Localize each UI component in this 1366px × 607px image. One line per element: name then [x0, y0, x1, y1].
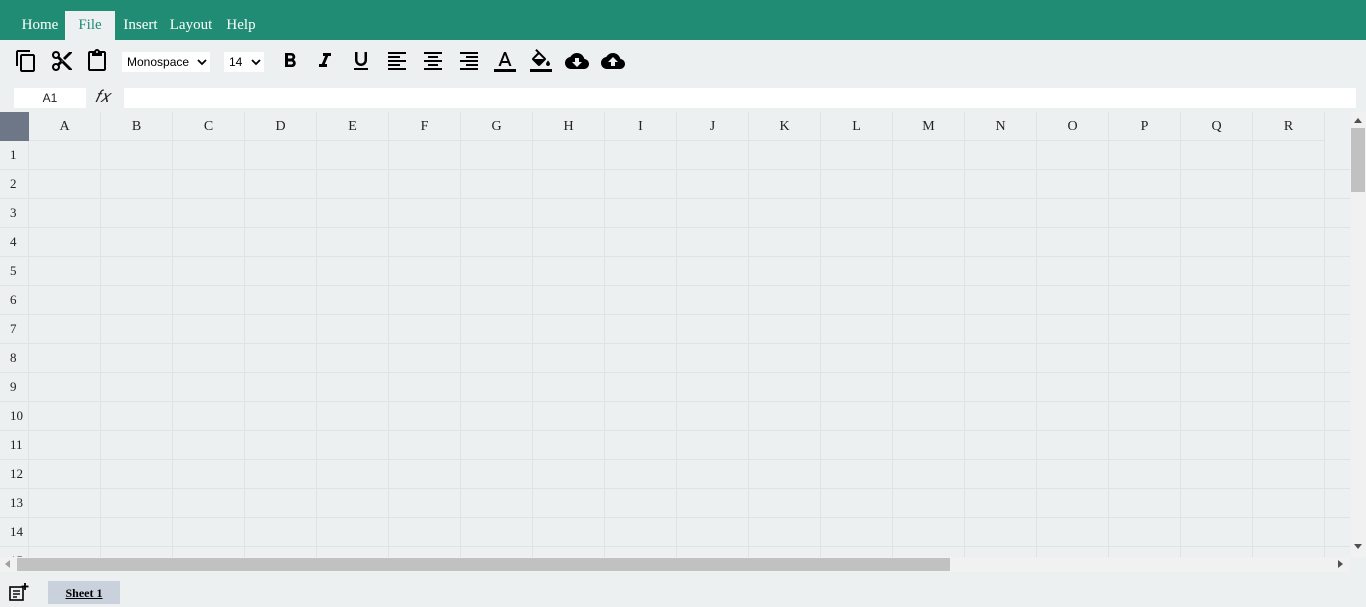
- row-header[interactable]: 5: [0, 257, 29, 286]
- align-center-icon[interactable]: [421, 49, 445, 73]
- font-family-select[interactable]: Monospace: [122, 52, 210, 72]
- column-header[interactable]: I: [605, 112, 677, 141]
- vertical-scrollbar[interactable]: [1350, 112, 1366, 557]
- bold-icon[interactable]: [278, 49, 302, 73]
- scroll-left-arrow-icon[interactable]: [5, 560, 10, 568]
- chevron-down-icon: [197, 59, 207, 66]
- row-header[interactable]: 8: [0, 344, 29, 373]
- column-header[interactable]: C: [173, 112, 245, 141]
- column-header[interactable]: H: [533, 112, 605, 141]
- row-header[interactable]: 4: [0, 228, 29, 257]
- row-header[interactable]: 2: [0, 170, 29, 199]
- column-header[interactable]: A: [29, 112, 101, 141]
- column-header[interactable]: O: [1037, 112, 1109, 141]
- menu-home[interactable]: Home: [14, 11, 66, 40]
- column-header[interactable]: R: [1253, 112, 1325, 141]
- column-header[interactable]: B: [101, 112, 173, 141]
- menu-layout[interactable]: Layout: [166, 11, 216, 40]
- row-header[interactable]: 12: [0, 460, 29, 489]
- underline-icon[interactable]: [349, 49, 373, 73]
- row-header[interactable]: 7: [0, 315, 29, 344]
- formula-input[interactable]: [124, 88, 1356, 108]
- toolbar: Monospace 14: [0, 40, 1366, 84]
- row-header[interactable]: 11: [0, 431, 29, 460]
- cut-icon[interactable]: [50, 49, 74, 73]
- column-header[interactable]: L: [821, 112, 893, 141]
- cell-reference-box[interactable]: A1: [14, 88, 86, 108]
- row-header[interactable]: 6: [0, 286, 29, 315]
- font-color-icon[interactable]: [493, 49, 517, 73]
- column-header[interactable]: Q: [1181, 112, 1253, 141]
- select-all-corner[interactable]: [0, 112, 29, 141]
- function-icon: 𝑓𝑥: [95, 87, 110, 106]
- column-header[interactable]: G: [461, 112, 533, 141]
- italic-icon[interactable]: [313, 49, 337, 73]
- font-size-value: 14: [229, 55, 243, 69]
- row-header[interactable]: 10: [0, 402, 29, 431]
- column-header[interactable]: D: [245, 112, 317, 141]
- cell-area[interactable]: [29, 141, 1350, 557]
- fill-color-icon[interactable]: [529, 49, 553, 73]
- column-header[interactable]: P: [1109, 112, 1181, 141]
- download-icon[interactable]: [565, 49, 589, 73]
- menu-bar: Home File Insert Layout Help: [0, 0, 1366, 40]
- chevron-down-icon: [251, 59, 261, 66]
- menu-file[interactable]: File: [65, 11, 115, 40]
- vertical-scroll-thumb[interactable]: [1351, 128, 1365, 192]
- column-header[interactable]: M: [893, 112, 965, 141]
- align-right-icon[interactable]: [457, 49, 481, 73]
- row-header[interactable]: 1: [0, 141, 29, 170]
- horizontal-scrollbar[interactable]: [0, 557, 1350, 572]
- row-header[interactable]: 9: [0, 373, 29, 402]
- column-header[interactable]: J: [677, 112, 749, 141]
- horizontal-scroll-thumb[interactable]: [17, 558, 950, 571]
- sheet-tab[interactable]: Sheet 1: [48, 581, 120, 604]
- font-size-select[interactable]: 14: [224, 52, 264, 72]
- menu-help[interactable]: Help: [222, 11, 260, 40]
- upload-icon[interactable]: [601, 49, 625, 73]
- scroll-right-arrow-icon[interactable]: [1338, 560, 1343, 568]
- row-header[interactable]: 13: [0, 489, 29, 518]
- font-family-value: Monospace: [127, 55, 190, 69]
- row-header[interactable]: 3: [0, 199, 29, 228]
- column-header[interactable]: E: [317, 112, 389, 141]
- column-header[interactable]: N: [965, 112, 1037, 141]
- scroll-down-arrow-icon[interactable]: [1354, 544, 1362, 549]
- align-left-icon[interactable]: [385, 49, 409, 73]
- menu-insert[interactable]: Insert: [119, 11, 162, 40]
- column-header[interactable]: F: [389, 112, 461, 141]
- add-sheet-icon[interactable]: [8, 582, 30, 602]
- row-header[interactable]: 14: [0, 518, 29, 547]
- column-header[interactable]: K: [749, 112, 821, 141]
- scroll-up-arrow-icon[interactable]: [1354, 118, 1362, 123]
- copy-icon[interactable]: [14, 49, 38, 73]
- spreadsheet-grid: ABCDEFGHIJKLMNOPQR123456789101112131415: [0, 112, 1350, 557]
- row-header[interactable]: 15: [0, 547, 29, 557]
- paste-icon[interactable]: [85, 49, 109, 73]
